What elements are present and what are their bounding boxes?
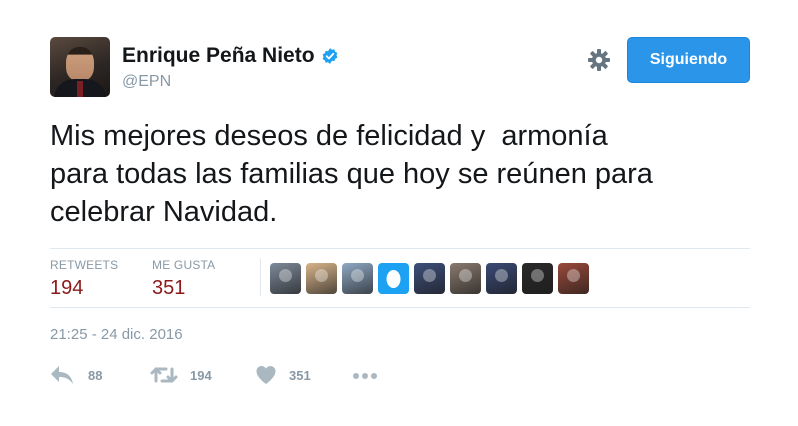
retweet-count: 194 bbox=[190, 367, 212, 383]
tweet-card: Enrique Peña Nieto @EPN Siguiendo Mis me… bbox=[0, 0, 798, 426]
likes-label: ME GUSTA bbox=[152, 258, 216, 272]
reply-count: 88 bbox=[88, 367, 103, 383]
like-count: 351 bbox=[289, 367, 311, 383]
eagle-avatar[interactable] bbox=[270, 263, 301, 294]
following-button[interactable]: Siguiendo bbox=[627, 37, 750, 83]
likes-stat[interactable]: ME GUSTA 351 bbox=[152, 258, 215, 300]
timestamp[interactable]: 21:25 - 24 dic. 2016 bbox=[50, 326, 183, 343]
person-avatar[interactable] bbox=[558, 263, 589, 294]
like-button[interactable]: 351 bbox=[255, 364, 311, 386]
verified-badge-icon bbox=[322, 48, 337, 64]
stadium-avatar[interactable] bbox=[486, 263, 517, 294]
heart-icon bbox=[256, 366, 276, 384]
gear-icon[interactable] bbox=[587, 48, 611, 72]
likers-list bbox=[270, 263, 594, 294]
avatar[interactable] bbox=[50, 37, 110, 97]
reply-button[interactable]: 88 bbox=[50, 364, 102, 386]
person-avatar[interactable] bbox=[522, 263, 553, 294]
retweets-label: RETWEETS bbox=[50, 258, 119, 272]
more-dots-icon bbox=[353, 373, 377, 379]
stats-divider-top bbox=[50, 248, 750, 249]
avatar-tie bbox=[77, 81, 83, 97]
egg-avatar[interactable] bbox=[378, 263, 409, 294]
user-handle[interactable]: @EPN bbox=[122, 73, 171, 91]
stats-divider-bottom bbox=[50, 307, 750, 308]
stats-separator bbox=[260, 258, 261, 296]
retweet-icon bbox=[150, 367, 178, 383]
more-button[interactable] bbox=[352, 364, 378, 386]
person-avatar[interactable] bbox=[450, 263, 481, 294]
retweets-value: 194 bbox=[50, 277, 84, 299]
retweets-stat[interactable]: RETWEETS 194 bbox=[50, 258, 118, 300]
avatar-face bbox=[66, 47, 94, 81]
retweet-button[interactable]: 194 bbox=[150, 364, 212, 386]
pattern-avatar[interactable] bbox=[306, 263, 337, 294]
likes-value: 351 bbox=[152, 277, 186, 299]
person-avatar[interactable] bbox=[414, 263, 445, 294]
name-row: Enrique Peña Nieto bbox=[122, 44, 339, 68]
reply-icon bbox=[51, 366, 73, 384]
outdoor-avatar[interactable] bbox=[342, 263, 373, 294]
display-name[interactable]: Enrique Peña Nieto bbox=[122, 44, 315, 68]
tweet-text: Mis mejores deseos de felicidad y armoní… bbox=[50, 120, 653, 228]
